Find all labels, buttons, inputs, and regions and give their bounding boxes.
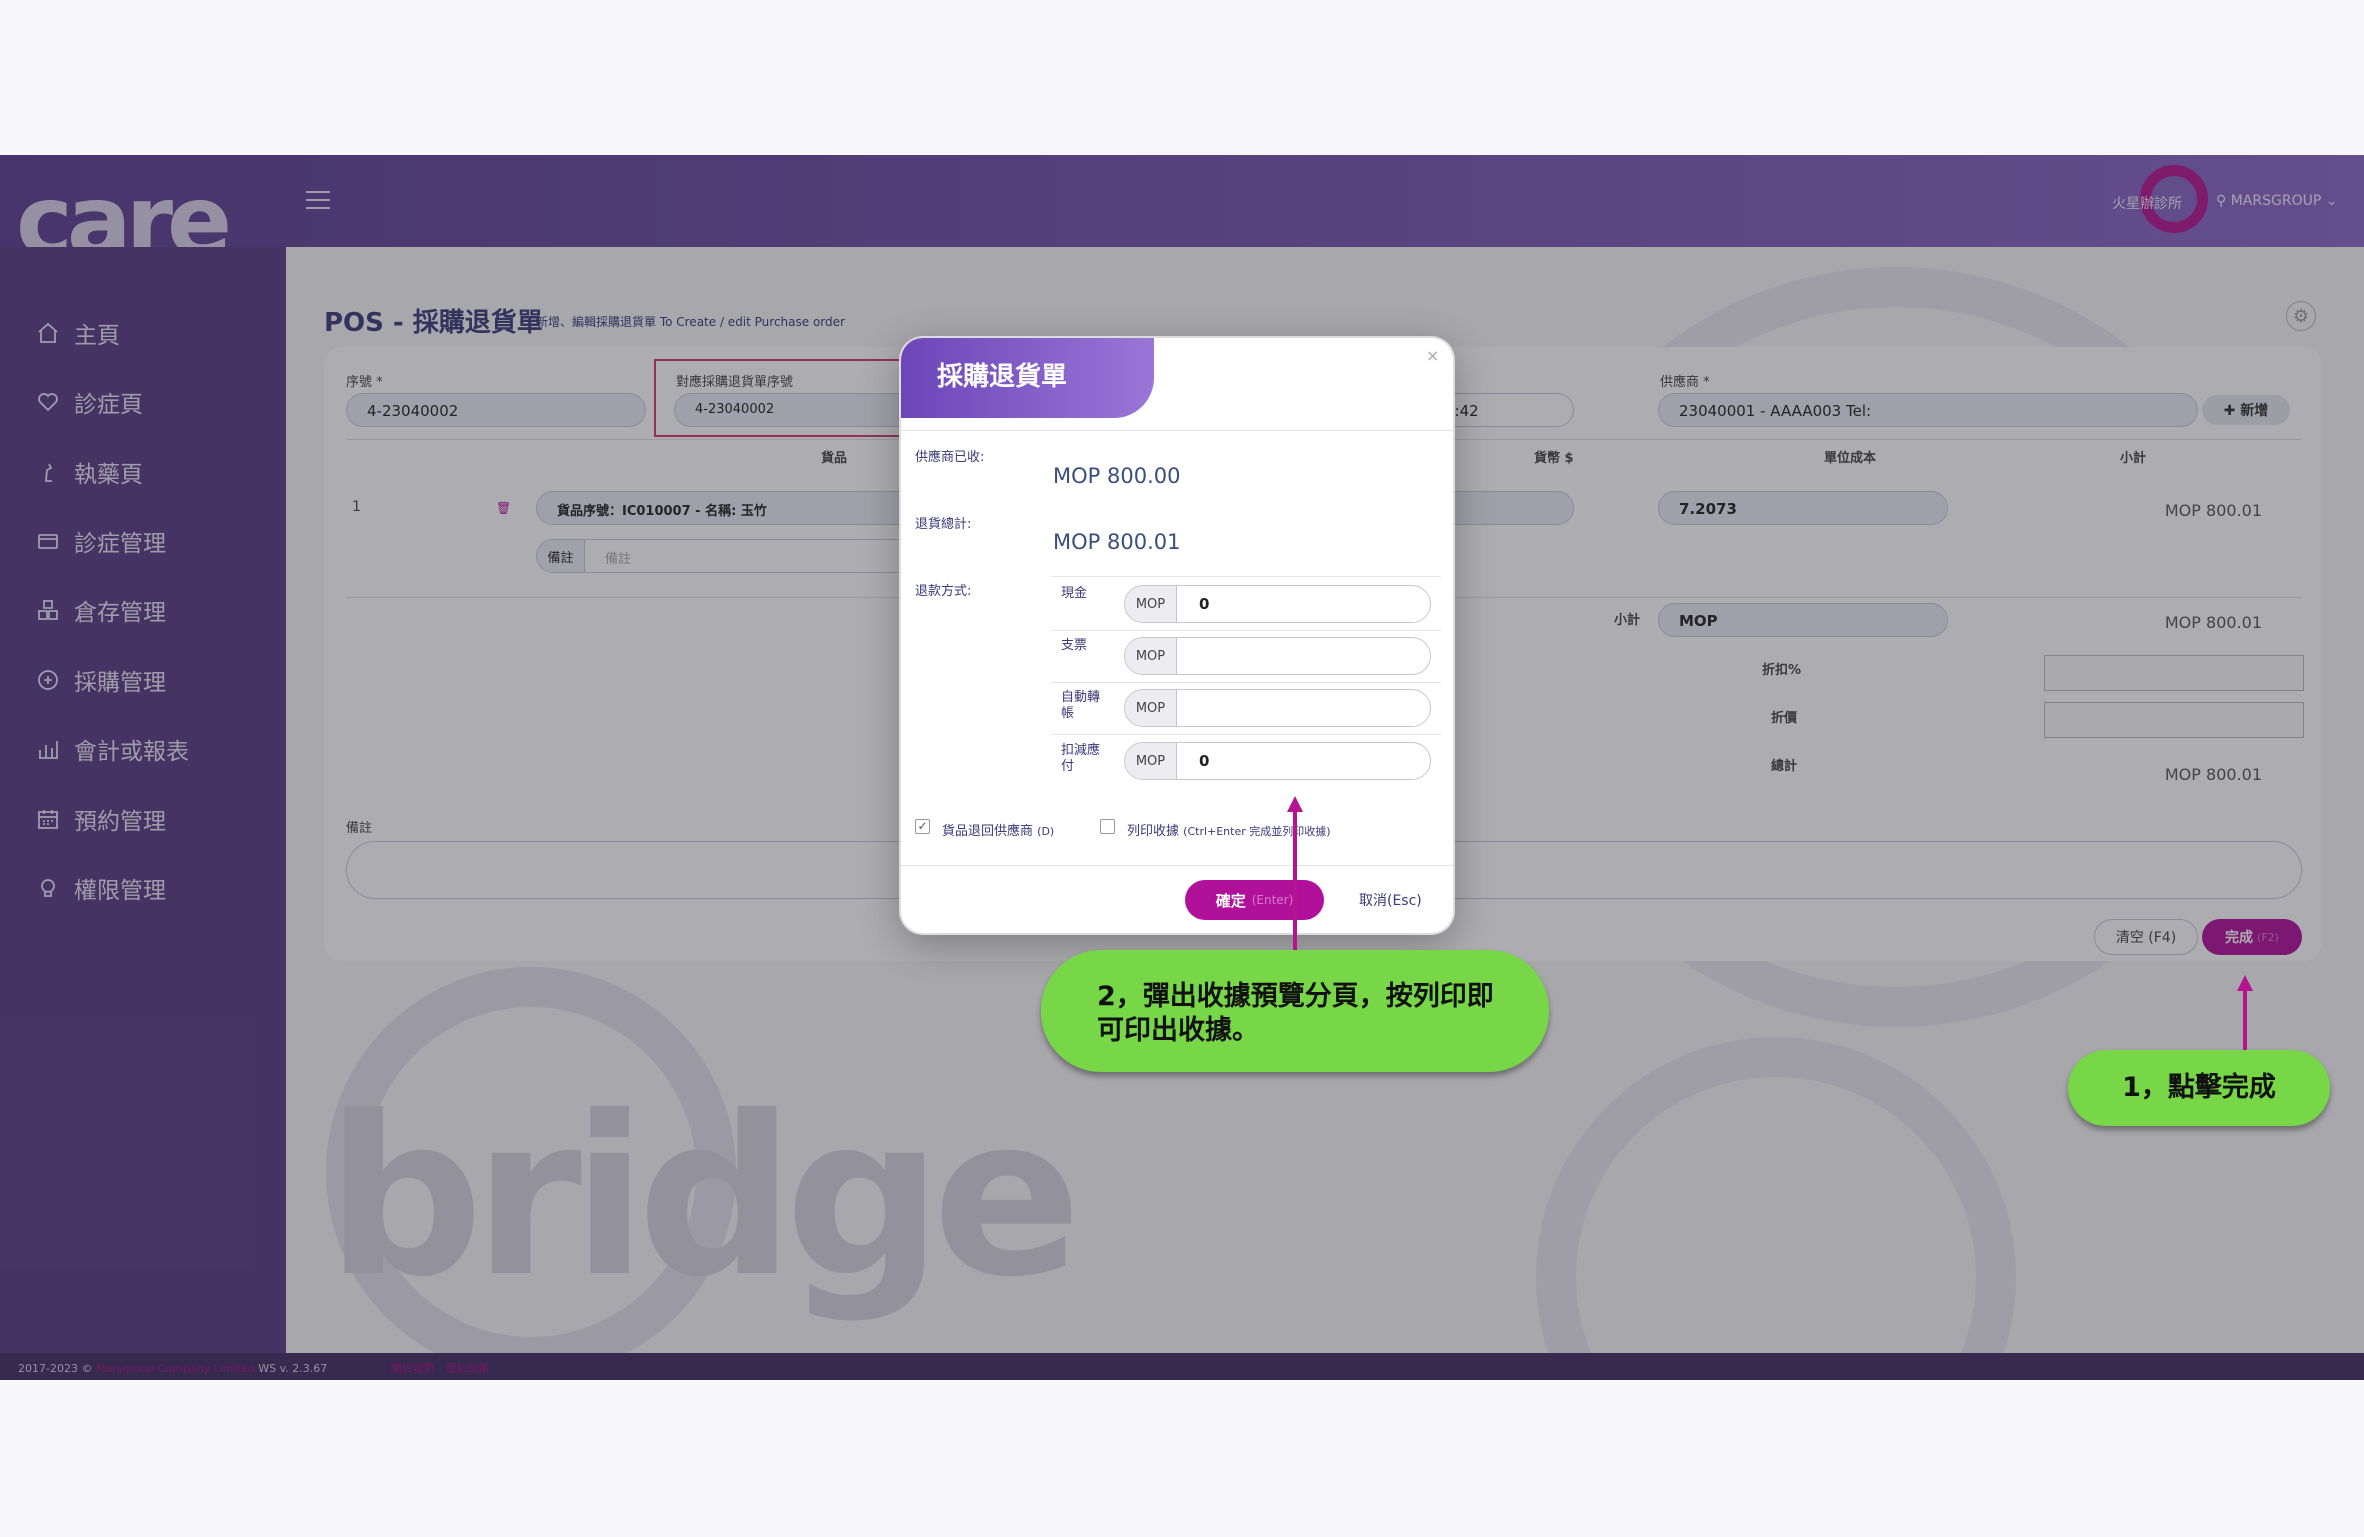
app-window: care 火星辦診所 ⚲ MARSGROUP ⌄ 主頁 診症頁 執藥頁 診症管理… [0, 155, 2364, 1380]
print-receipt-label[interactable]: 列印收據 (Ctrl+Enter 完成並列印收據) [1127, 820, 1331, 839]
received-label: 供應商已收: [915, 450, 985, 465]
payment-transfer-input[interactable]: MOP [1124, 689, 1431, 727]
currency-addon: MOP [1125, 586, 1177, 622]
purchase-return-modal: 採購退貨單 × 供應商已收: MOP 800.00 退貨總計: MOP 800.… [901, 338, 1453, 933]
payment-transfer-value[interactable] [1177, 690, 1430, 726]
confirm-button[interactable]: 確定 (Enter) [1185, 880, 1324, 920]
modal-title-tab: 採購退貨單 [901, 338, 1154, 418]
confirm-button-label: 確定 [1215, 891, 1246, 910]
cancel-button[interactable]: 取消(Esc) [1359, 890, 1422, 910]
callout-arrow-line [2243, 989, 2247, 1053]
payment-cash-label: 現金 [1061, 586, 1088, 601]
modal-header-divider [901, 430, 1453, 431]
payment-cheque-input[interactable]: MOP [1124, 637, 1431, 675]
payment-cheque-value[interactable] [1177, 638, 1430, 674]
callout-step2: 2，彈出收據預覽分頁，按列印即可印出收據。 [1041, 950, 1549, 1072]
return-goods-text: 貨品退回供應商 [942, 824, 1034, 839]
return-goods-hint: (D) [1037, 825, 1055, 838]
return-total-value: MOP 800.01 [1053, 530, 1181, 554]
payment-cash-input[interactable]: MOP 0 [1124, 585, 1431, 623]
received-value: MOP 800.00 [1053, 464, 1181, 488]
callout-step1: 1，點擊完成 [2068, 1050, 2330, 1126]
close-icon[interactable]: × [1426, 346, 1439, 365]
currency-addon: MOP [1125, 743, 1177, 779]
payment-cheque-label: 支票 [1061, 638, 1088, 653]
payment-row-divider [1051, 682, 1441, 683]
payment-row-divider [1051, 630, 1441, 631]
payment-row-divider [1051, 734, 1441, 735]
callout-arrow-line [1293, 810, 1297, 952]
payment-method-label: 退款方式: [915, 584, 972, 599]
print-receipt-hint: (Ctrl+Enter 完成並列印收據) [1183, 825, 1331, 838]
modal-title: 採購退貨單 [937, 362, 1068, 392]
payment-offset-label: 扣減應付 [1061, 743, 1101, 774]
return-total-label: 退貨總計: [915, 517, 972, 532]
payment-offset-value[interactable]: 0 [1177, 743, 1430, 779]
confirm-button-hint: (Enter) [1251, 893, 1294, 907]
modal-divider [1051, 576, 1441, 577]
payment-offset-input[interactable]: MOP 0 [1124, 742, 1431, 780]
modal-footer-divider [901, 865, 1453, 866]
currency-addon: MOP [1125, 690, 1177, 726]
payment-transfer-label: 自動轉帳 [1061, 690, 1101, 721]
print-receipt-checkbox[interactable] [1100, 819, 1115, 834]
payment-cash-value[interactable]: 0 [1177, 586, 1430, 622]
return-goods-label[interactable]: 貨品退回供應商 (D) [942, 820, 1054, 839]
print-receipt-text: 列印收據 [1127, 824, 1180, 839]
currency-addon: MOP [1125, 638, 1177, 674]
return-goods-checkbox[interactable]: ✓ [915, 819, 930, 834]
